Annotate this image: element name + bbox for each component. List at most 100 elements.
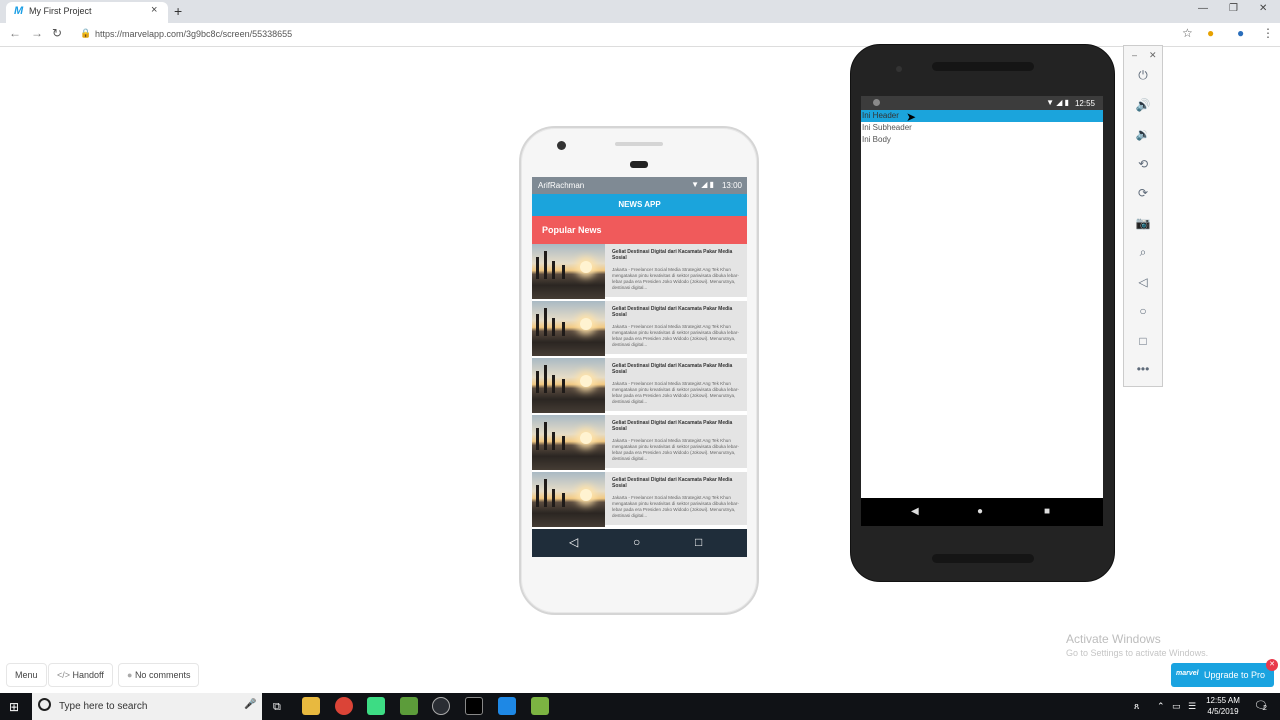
signal-battery-icon: ▼ ◢ ▮ [691,180,714,189]
chrome-icon[interactable] [335,697,353,715]
notification-dot-icon [873,99,880,106]
camera-icon[interactable]: 📷 [1124,216,1162,230]
new-tab-button[interactable]: + [174,3,182,19]
comments-button[interactable]: ● No comments [118,663,200,687]
emulator-status-time: 12:55 [1074,99,1095,108]
app-title: NEWS APP [532,194,747,216]
home-circle-icon[interactable]: ● [977,506,983,517]
news-body: Jakarta - Freelancer Social Media Strate… [612,495,739,518]
news-thumbnail [532,301,605,356]
news-body: Jakarta - Freelancer Social Media Strate… [612,267,739,290]
header-text: Ini Header [861,110,1103,122]
close-tab-icon[interactable]: × [151,4,157,16]
activate-windows-title: Activate Windows [1066,632,1161,646]
android-studio-icon[interactable] [367,697,385,715]
emulator-status-bar: ▼ ◢ ▮ 12:55 [861,96,1103,110]
people-icon[interactable]: ጸ [1134,701,1139,712]
task-view-icon[interactable]: ⧉ [273,701,281,714]
android-nav-bar: ◁ ○ □ [532,529,747,557]
reload-icon[interactable]: ↻ [52,26,62,40]
toolbar-minimize-button[interactable]: – [1132,50,1137,60]
body-text: Ini Body [862,135,891,144]
subheader-text: Ini Subheader [862,123,912,132]
back-triangle-icon[interactable]: ◁ [569,535,578,549]
bookmark-star-icon[interactable]: ☆ [1182,26,1193,40]
news-item[interactable]: Geliat Destinasi Digital dari Kacamata P… [532,301,747,356]
microphone-icon[interactable]: 🎤 [244,699,256,710]
overview-square-icon[interactable]: □ [695,535,702,549]
back-triangle-icon[interactable]: ◀ [911,506,919,517]
url-field[interactable]: https://marvelapp.com/3g9bc8c/screen/553… [95,29,292,39]
battery-icon[interactable]: ▭ [1172,701,1181,712]
phone-speaker [615,142,663,146]
overview-square-icon[interactable]: ■ [1044,506,1050,517]
forward-arrow-icon[interactable]: → [31,26,43,40]
notification-count: 2 [1263,705,1267,712]
news-item[interactable]: Geliat Destinasi Digital dari Kacamata P… [532,358,747,413]
emulator-app-icon[interactable] [400,697,418,715]
status-bar: ArifRachman ▼ ◢ ▮ 13:00 [532,177,747,194]
zoom-icon[interactable]: ⌕ [1124,245,1162,260]
clock-app-icon[interactable] [432,697,450,715]
comment-icon: ● [127,670,135,680]
more-icon[interactable]: ••• [1124,362,1162,376]
volume-down-icon[interactable]: 🔉 [1124,127,1162,141]
signal-battery-icon: ▼ ◢ ▮ [1046,98,1069,107]
comments-label: No comments [134,670,191,680]
clock-date: 4/5/2019 [1207,707,1239,716]
handoff-label: Handoff [72,670,104,680]
profile-avatar-icon[interactable]: ● [1237,26,1244,40]
marvel-logo: marvel [1176,670,1199,677]
dismiss-upgrade-icon[interactable]: ✕ [1266,659,1278,671]
windows-start-icon[interactable]: ⊞ [9,700,19,714]
marvel-phone-screen: ArifRachman ▼ ◢ ▮ 13:00 NEWS APP Popular… [532,177,747,557]
browser-tab[interactable]: M My First Project × [6,2,168,23]
rotate-right-icon[interactable]: ⟳ [1124,186,1162,200]
extension-icon[interactable]: ● [1207,26,1214,40]
emulator-speaker-top [932,62,1034,71]
toolbar-close-button[interactable]: ✕ [1149,50,1157,61]
back-icon[interactable]: ◁ [1124,275,1162,289]
section-title: Popular News [532,216,747,244]
home-circle-icon[interactable]: ○ [633,535,640,549]
chevron-up-icon[interactable]: ⌃ [1157,701,1165,712]
news-item[interactable]: Geliat Destinasi Digital dari Kacamata P… [532,472,747,527]
browser-tab-bar: M My First Project × + — ❐ ✕ [0,0,1280,23]
home-icon[interactable]: ○ [1124,304,1162,318]
activate-windows-subtitle: Go to Settings to activate Windows. [1066,648,1209,658]
mouse-cursor-icon: ➤ [906,110,917,124]
rotate-left-icon[interactable]: ⟲ [1124,157,1162,171]
news-thumbnail [532,358,605,413]
menu-label: Menu [15,670,38,680]
status-time: 13:00 [721,181,742,190]
handoff-button[interactable]: </> Handoff [48,663,113,687]
news-body: Jakarta - Freelancer Social Media Strate… [612,324,739,347]
network-icon[interactable]: ☰ [1188,701,1196,712]
vscode-icon[interactable] [498,697,516,715]
news-item[interactable]: Geliat Destinasi Digital dari Kacamata P… [532,244,747,299]
taskbar-search[interactable]: Type here to search 🎤 [32,693,262,720]
android-emulator-icon[interactable] [531,697,549,715]
back-arrow-icon[interactable]: ← [9,26,21,40]
status-carrier: ArifRachman [538,181,585,190]
browser-menu-icon[interactable]: ⋮ [1262,26,1274,40]
emulator-nav-bar: ◀ ● ■ [861,498,1103,526]
terminal-icon[interactable] [465,697,483,715]
news-item[interactable]: Geliat Destinasi Digital dari Kacamata P… [532,415,747,470]
emulator-speaker-bottom [932,554,1034,563]
news-thumbnail [532,415,605,470]
news-title: Geliat Destinasi Digital dari Kacamata P… [612,306,733,318]
phone-sensor [630,161,648,168]
overview-icon[interactable]: □ [1124,334,1162,348]
taskbar-clock[interactable]: 12:55 AM 4/5/2019 [1198,695,1248,717]
file-explorer-icon[interactable] [302,697,320,715]
news-title: Geliat Destinasi Digital dari Kacamata P… [612,420,733,432]
close-window-button[interactable]: ✕ [1259,3,1267,14]
volume-up-icon[interactable]: 🔊 [1124,98,1162,112]
power-icon[interactable]: ⏻ [1124,68,1162,83]
maximize-button[interactable]: ❐ [1229,3,1238,14]
minimize-button[interactable]: — [1198,3,1208,14]
emulator-toolbar: – ✕ ⏻ 🔊 🔉 ⟲ ⟳ 📷 ⌕ ◁ ○ □ ••• [1123,45,1163,387]
emulator-camera [896,66,902,72]
menu-button[interactable]: Menu [6,663,47,687]
